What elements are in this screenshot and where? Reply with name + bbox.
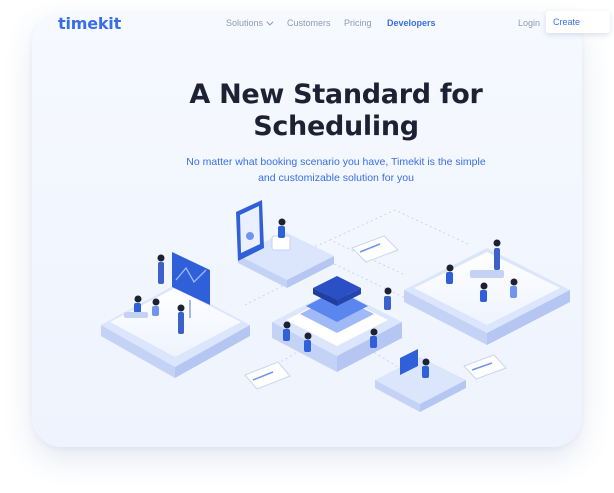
right-platform: [404, 239, 570, 345]
phone-platform: [236, 200, 334, 288]
isometric-scheduling-illustration: [101, 200, 570, 412]
desk-platform: [375, 349, 466, 412]
central-hub-platform: [272, 276, 402, 372]
left-platform: [101, 252, 250, 378]
